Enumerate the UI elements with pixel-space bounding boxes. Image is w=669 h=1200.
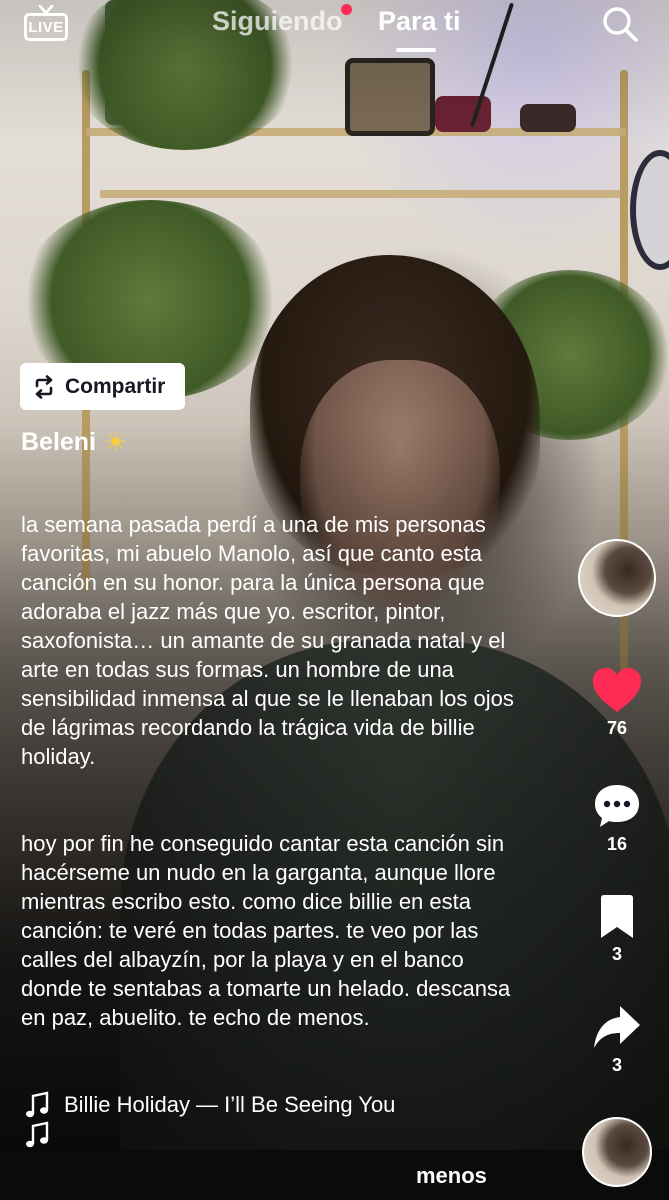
heart-icon <box>593 668 641 712</box>
author-name-text: Beleni <box>21 428 97 456</box>
top-navigation: LIVE Siguiendo Para ti <box>0 0 669 56</box>
like-count: 76 <box>606 718 628 738</box>
music-note-icon <box>26 1091 49 1118</box>
live-label: LIVE <box>28 19 64 36</box>
sound-disc-avatar[interactable] <box>582 1117 652 1187</box>
save-count: 3 <box>611 944 622 964</box>
show-less-link[interactable]: menos <box>416 1163 487 1189</box>
share-chip-label: Compartir <box>65 374 166 398</box>
search-button[interactable] <box>600 4 640 44</box>
tab-following[interactable]: Siguiendo <box>212 6 343 37</box>
like-button[interactable]: 76 <box>581 666 653 739</box>
repost-icon <box>35 374 53 399</box>
comment-button[interactable]: 16 <box>581 782 653 855</box>
comment-count: 16 <box>606 834 628 854</box>
bookmark-icon <box>601 895 633 938</box>
music-info[interactable]: Billie Holiday — I’ll Be Seeing You <box>22 1090 395 1120</box>
author-name[interactable]: Beleni ☀ <box>21 427 127 458</box>
post-caption[interactable]: la semana pasada perdí a una de mis pers… <box>21 481 521 1061</box>
creator-avatar[interactable] <box>578 539 656 617</box>
comment-bubble-icon <box>595 785 639 827</box>
notification-dot <box>341 4 352 15</box>
bottom-bar <box>0 1150 669 1200</box>
tab-for-you[interactable]: Para ti <box>378 6 461 37</box>
music-title: Billie Holiday — I’ll Be Seeing You <box>64 1092 396 1117</box>
share-button[interactable]: 3 <box>581 1003 653 1076</box>
sun-emoji: ☀ <box>104 427 128 457</box>
share-arrow-icon <box>594 1006 640 1048</box>
search-icon <box>603 7 638 42</box>
save-button[interactable]: 3 <box>581 894 653 965</box>
share-chip-button[interactable]: Compartir <box>20 363 185 410</box>
live-button[interactable]: LIVE <box>24 5 70 43</box>
caption-paragraph-1: la semana pasada perdí a una de mis pers… <box>21 512 514 769</box>
music-note-icon <box>26 1121 49 1148</box>
share-count: 3 <box>611 1055 622 1075</box>
active-tab-indicator <box>396 48 436 52</box>
caption-paragraph-2: hoy por fin he conseguido cantar esta ca… <box>21 831 511 1030</box>
